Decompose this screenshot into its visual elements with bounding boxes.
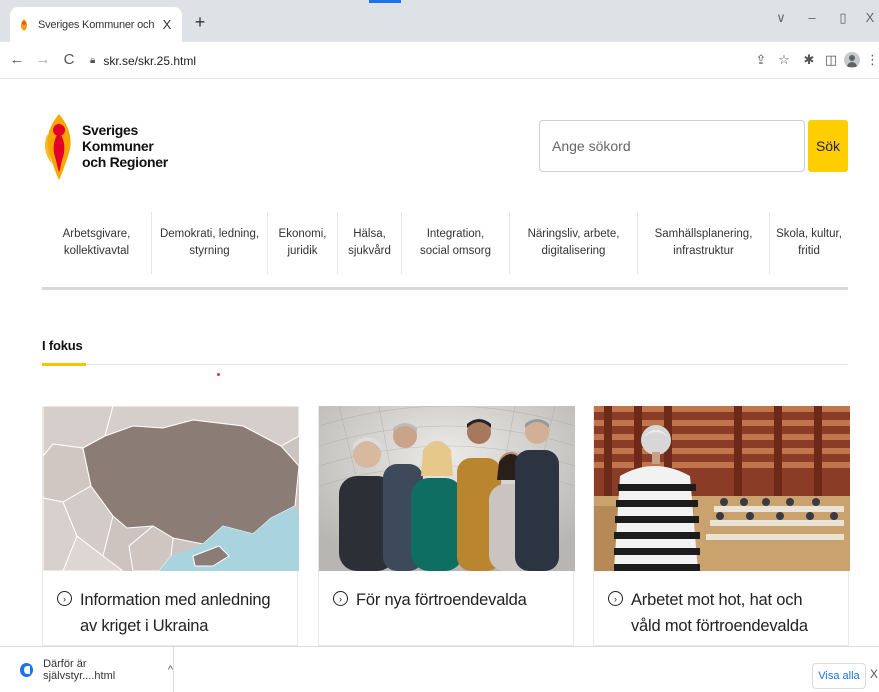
card-title[interactable]: Arbetet mot hot, hat och våld mot förtro… [631,587,834,639]
site-favicon-icon [18,18,30,31]
extensions-puzzle-icon[interactable]: ✱ [800,52,818,68]
chevron-up-icon[interactable]: ^ [168,664,173,676]
logo-line: och Regioner [82,154,168,170]
nav-item-halsa[interactable]: Hälsa, sjukvård [338,212,402,274]
nav-item-samhallsplanering[interactable]: Samhällsplanering, infrastruktur [638,212,770,274]
search-box [539,120,805,172]
restore-button[interactable]: ▯ [834,10,852,26]
focus-card-nya-fortroendevalda[interactable]: › För nya förtroendevalda [318,406,575,646]
focus-heading: I fokus [42,338,83,353]
side-panel-icon[interactable]: ◫ [822,52,840,68]
flame-logo-icon [44,114,71,180]
nav-item-integration[interactable]: Integration, social omsorg [402,212,510,274]
focus-card-hot-hat-vald[interactable]: › Arbetet mot hot, hat och våld mot fört… [593,406,850,646]
focus-section-header: I fokus [42,335,848,366]
tab-title: Sveriges Kommuner och Regione [38,18,154,31]
site-logo[interactable]: Sveriges Kommuner och Regioner [42,110,168,182]
card-title[interactable]: För nya förtroendevalda [356,587,527,613]
nav-item-naringsliv[interactable]: Näringsliv, arbete, digitalisering [510,212,638,274]
focus-underline [42,363,86,366]
main-navigation: Arbetsgivare, kollektivavtal Demokrati, l… [42,212,848,290]
nav-item-demokrati[interactable]: Demokrati, ledning, styrning [152,212,268,274]
card-title[interactable]: Information med anledning av kriget i Uk… [80,587,283,639]
card-caption: › Information med anledning av kriget i … [43,571,297,639]
forward-arrow-icon[interactable]: → [34,51,52,68]
url-text: skr.se/skr.25.html [103,53,197,68]
ukraine-map-image [43,406,299,571]
tab-close-icon[interactable]: X [160,17,174,32]
download-file-name: Därför är självstyr....html [43,658,116,682]
chevron-right-circle-icon: › [57,591,72,606]
show-all-downloads-button[interactable]: Visa alla [812,663,866,689]
web-page: Sveriges Kommuner och Regioner Sök Arbet… [0,80,879,646]
loading-indicator [369,0,401,3]
browser-tab-strip: Sveriges Kommuner och Regione X + ∨ – ▯ … [0,0,879,42]
nav-item-skola[interactable]: Skola, kultur, fritid [770,212,848,274]
chevron-right-circle-icon: › [608,591,623,606]
profile-avatar[interactable] [844,52,860,68]
card-caption: › För nya förtroendevalda [319,571,573,613]
close-window-button[interactable]: X [861,10,879,25]
group-photo-image [319,406,575,571]
logo-line: Kommuner [82,138,154,154]
close-downloads-icon[interactable]: X [870,667,879,681]
share-icon[interactable]: ⇪ [752,52,770,68]
menu-kebab-icon[interactable]: ⋮ [866,52,879,68]
new-tab-button[interactable]: + [190,12,210,33]
nav-item-ekonomi[interactable]: Ekonomi, juridik [268,212,338,274]
back-arrow-icon[interactable]: ← [8,51,26,68]
browser-tab[interactable]: Sveriges Kommuner och Regione X [10,7,182,42]
bookmark-star-icon[interactable]: ☆ [775,52,793,68]
downloads-bar: Därför är självstyr....html ^ Visa alla … [0,646,879,692]
reload-icon[interactable]: C [60,51,78,68]
chevron-right-circle-icon: › [333,591,348,606]
nav-item-arbetsgivare[interactable]: Arbetsgivare, kollektivavtal [42,212,152,274]
search-input[interactable] [540,121,804,171]
assembly-hall-image [594,406,850,571]
minimize-button[interactable]: – [803,10,821,25]
red-dot [217,373,220,376]
address-bar[interactable]: 🔒︎ skr.se/skr.25.html [84,48,744,73]
lock-icon[interactable]: 🔒︎ [90,55,95,66]
download-item[interactable]: Därför är självstyr....html ^ [0,647,174,692]
card-caption: › Arbetet mot hot, hat och våld mot fört… [594,571,848,639]
focus-card-ukraine[interactable]: › Information med anledning av kriget i … [42,406,299,646]
search-button[interactable]: Sök [808,120,848,172]
logo-wordmark: Sveriges Kommuner och Regioner [82,122,168,170]
browser-toolbar: ← → C 🔒︎ skr.se/skr.25.html ⇪ ☆ ✱ ◫ ⋮ [0,42,879,79]
tab-search-icon[interactable]: ∨ [772,10,790,26]
logo-line: Sveriges [82,122,138,138]
edge-file-icon [20,663,34,677]
